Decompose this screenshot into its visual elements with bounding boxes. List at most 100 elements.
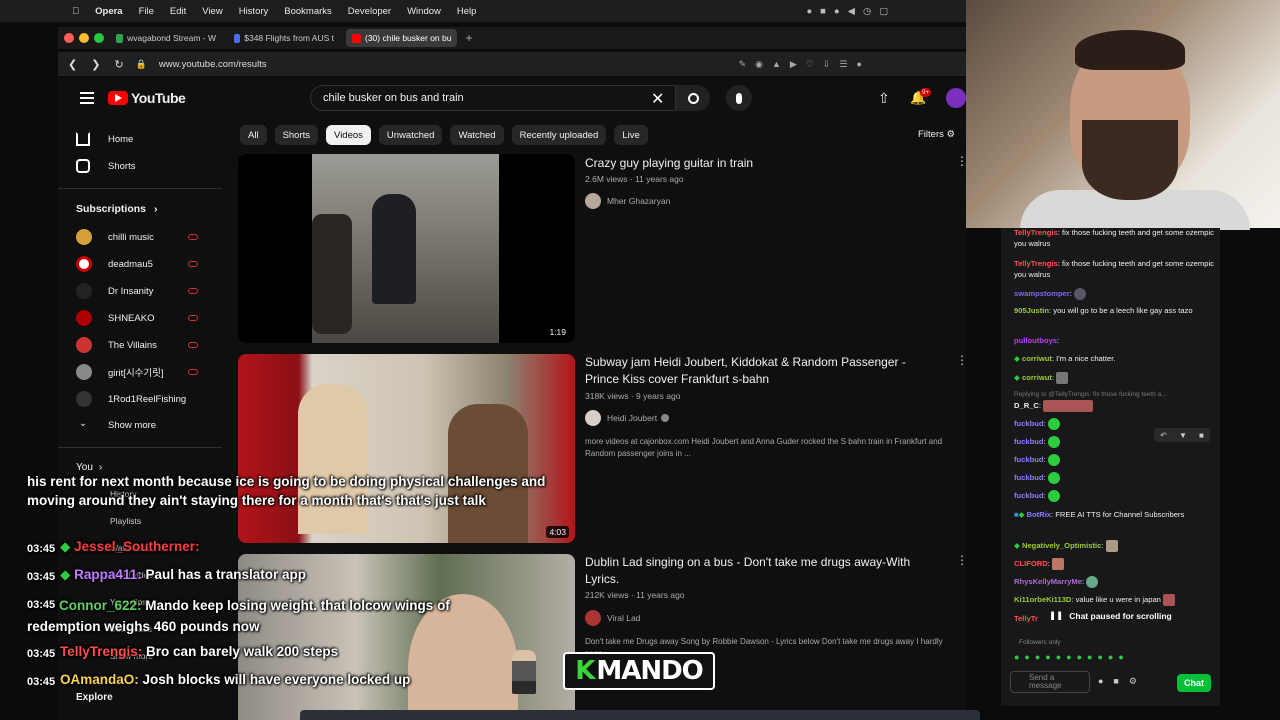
reload-icon[interactable]: ↻ — [114, 58, 123, 71]
chat-username[interactable]: fuckbud — [1014, 491, 1044, 500]
browser-toolbar-icons[interactable]: ✎◉▲▶♡⇩☰● — [739, 59, 871, 70]
video-title[interactable]: Crazy guy playing guitar in train — [585, 155, 915, 172]
browser-tab[interactable]: wvagabond Stream - W — [110, 29, 222, 47]
menu-developer[interactable]: Developer — [348, 6, 391, 17]
video-thumbnail[interactable]: 4:03 — [238, 354, 575, 543]
chat-username[interactable]: Negatively_Optimistic — [1022, 541, 1101, 550]
chat-message: fuckbud: — [1014, 490, 1214, 502]
sidebar-item-subscription[interactable]: deadmau5 — [76, 256, 153, 272]
sidebar-item-home[interactable]: Home — [76, 132, 133, 146]
chat-text: : — [1101, 541, 1104, 550]
chat-input[interactable]: Send a message — [1010, 671, 1090, 693]
message-actions[interactable]: ↶ ▼ ■ — [1154, 428, 1210, 442]
chat-username[interactable]: D_R_C — [1014, 401, 1039, 410]
chat-username[interactable]: pulloutboys — [1014, 336, 1057, 345]
sidebar-item-subscription[interactable]: chilli music — [76, 229, 154, 245]
menu-icon[interactable] — [80, 92, 94, 104]
chat-username[interactable]: TellyTrengis — [1014, 259, 1058, 268]
apple-icon[interactable]:  — [72, 6, 79, 17]
menu-help[interactable]: Help — [457, 6, 477, 17]
channel-link[interactable]: Mher Ghazaryan — [585, 193, 670, 209]
video-title[interactable]: Subway jam Heidi Joubert, Kiddokat & Ran… — [585, 354, 915, 388]
more-options-icon[interactable]: ⋮ — [956, 353, 968, 367]
chat-username[interactable]: swampstomper — [1014, 289, 1070, 298]
chat-username[interactable]: corriwut — [1022, 373, 1052, 382]
forward-icon[interactable]: ❯ — [91, 58, 100, 71]
chat-username[interactable]: TellyTr — [1014, 614, 1038, 623]
avatar[interactable] — [946, 88, 966, 108]
chip-videos[interactable]: Videos — [326, 125, 371, 145]
sidebar-item-subscription[interactable]: 1Rod1ReelFishing — [76, 391, 186, 407]
delete-icon[interactable]: ■ — [1199, 431, 1204, 440]
chat-username[interactable]: TellyTrengis — [1014, 228, 1058, 237]
chat-paused-banner[interactable]: ❚❚ Chat paused for scrolling — [1045, 608, 1173, 623]
filters-button[interactable]: Filters ⚙ — [918, 129, 955, 140]
url-field[interactable]: www.youtube.com/results — [159, 59, 267, 70]
chat-username[interactable]: RhysKellyMarryMe — [1014, 577, 1082, 586]
chat-username[interactable]: BotRix — [1027, 510, 1051, 519]
chip-recently-uploaded[interactable]: Recently uploaded — [511, 125, 607, 145]
search-button[interactable] — [676, 85, 710, 111]
menu-view[interactable]: View — [202, 6, 222, 17]
chat-username[interactable]: fuckbud — [1014, 455, 1044, 464]
clear-search-icon[interactable]: ✕ — [651, 89, 664, 109]
sidebar-item-subscription[interactable]: The Villains — [76, 337, 157, 353]
chat-username[interactable]: fuckbud — [1014, 437, 1044, 446]
sidebar-item-explore[interactable]: Explore — [76, 692, 113, 703]
badge-icon: ◆ — [1014, 373, 1020, 382]
minimize-window-dot[interactable] — [79, 33, 89, 43]
chip-watched[interactable]: Watched — [450, 125, 504, 145]
menu-window[interactable]: Window — [407, 6, 441, 17]
voice-search-button[interactable] — [726, 85, 752, 111]
chip-all[interactable]: All — [240, 125, 267, 145]
browser-tab-active[interactable]: (30) chile busker on bu — [346, 29, 458, 47]
youtube-logo[interactable]: YouTube — [108, 90, 186, 106]
reply-icon[interactable]: ↶ — [1160, 431, 1167, 440]
chat-username[interactable]: Ki11orbeKi113D — [1014, 595, 1071, 604]
new-tab-button[interactable]: + — [465, 31, 472, 45]
zoom-window-dot[interactable] — [94, 33, 104, 43]
chat-message: ◆ Negatively_Optimistic: — [1014, 540, 1214, 552]
chat-username[interactable]: 905Justin — [1014, 306, 1049, 315]
video-title[interactable]: Dublin Lad singing on a bus - Don't take… — [585, 554, 915, 588]
chip-shorts[interactable]: Shorts — [274, 125, 319, 145]
pin-icon[interactable]: ▼ — [1179, 431, 1187, 440]
chat-username[interactable]: fuckbud — [1014, 473, 1044, 482]
menu-edit[interactable]: Edit — [170, 6, 186, 17]
chat-text: : — [1043, 437, 1046, 446]
mac-dock[interactable] — [300, 710, 980, 720]
chip-live[interactable]: Live — [614, 125, 648, 145]
chip-unwatched[interactable]: Unwatched — [378, 125, 443, 145]
back-icon[interactable]: ❮ — [68, 58, 77, 71]
emote-bar[interactable]: ●●●●●●●●●●● — [1014, 652, 1214, 663]
search-input[interactable]: chile busker on bus and train — [310, 85, 676, 111]
chat-send-button[interactable]: Chat — [1177, 674, 1211, 692]
upload-icon[interactable]: ⇧ — [878, 90, 890, 107]
more-options-icon[interactable]: ⋮ — [956, 553, 968, 567]
menu-app-name[interactable]: Opera — [95, 6, 122, 17]
show-more-button[interactable]: ⌄ Show more — [76, 418, 156, 432]
chat-text: : I'm a nice chatter. — [1051, 354, 1116, 363]
chat-toolbar-icons[interactable]: ●■⚙ — [1098, 676, 1147, 687]
video-thumbnail[interactable]: 1:19 — [238, 154, 575, 343]
sidebar-item-shorts[interactable]: Shorts — [76, 159, 135, 173]
chat-username[interactable]: corriwut — [1022, 354, 1052, 363]
chat-username[interactable]: fuckbud — [1014, 419, 1044, 428]
status-icons[interactable]: ●■●◀◷▢ — [806, 6, 896, 17]
menu-bookmarks[interactable]: Bookmarks — [284, 6, 332, 17]
sidebar-item-playlists[interactable]: Playlists — [110, 516, 141, 526]
channel-link[interactable]: Viral Lad — [585, 610, 640, 626]
menu-bar:  Opera File Edit View History Bookmarks… — [0, 0, 966, 22]
channel-link[interactable]: Heidi Joubert — [585, 410, 670, 426]
subscriptions-header[interactable]: Subscriptions › — [76, 203, 158, 215]
browser-tab[interactable]: $348 Flights from AUS t — [228, 29, 340, 47]
reply-context: Replying to @TellyTrengis: fix those fuc… — [1014, 391, 1167, 398]
sidebar-item-subscription[interactable]: SHNEAKO — [76, 310, 154, 326]
menu-file[interactable]: File — [139, 6, 154, 17]
sidebar-item-subscription[interactable]: girit[시수기릿] — [76, 364, 164, 380]
close-window-dot[interactable] — [64, 33, 74, 43]
menu-history[interactable]: History — [239, 6, 269, 17]
sidebar-item-subscription[interactable]: Dr Insanity — [76, 283, 153, 299]
chat-username[interactable]: CLIFORD — [1014, 559, 1048, 568]
overlay-chat-message: ◆ Rappa411: Paul has a translator app — [60, 567, 306, 583]
